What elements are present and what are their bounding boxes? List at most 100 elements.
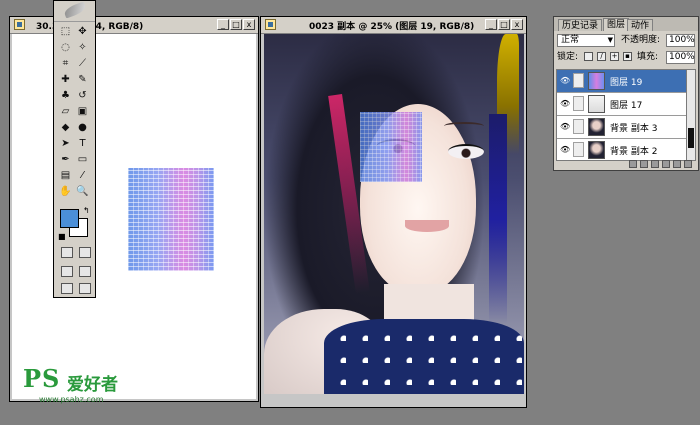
maximize-button[interactable]: □ xyxy=(498,19,510,30)
layer-row[interactable]: 👁 背景 副本 2 xyxy=(557,139,686,160)
left-canvas[interactable]: PS 爱好者 www.psahz.com xyxy=(12,34,256,404)
tab-history[interactable]: 历史记录 xyxy=(558,19,603,31)
eyebrow xyxy=(444,122,484,130)
lock-transparency-icon[interactable] xyxy=(584,52,593,61)
toolbox[interactable]: ⬚ ✥ ◌ ✧ ⌗ ⟋ ✚ ✎ ♣ ↺ ▱ ▣ ◆ ● ➤ T ✒ ▭ ▤ ⁄ ✋ 🔍 ↰ ■ xyxy=(53,0,96,298)
adjustment-layer-icon[interactable] xyxy=(662,160,670,168)
minimize-button[interactable]: _ xyxy=(485,19,497,30)
layer-row[interactable]: 👁 图层 19 xyxy=(557,70,686,93)
magic-wand-tool-icon[interactable]: ✧ xyxy=(75,41,90,55)
visibility-eye-icon[interactable]: 👁 xyxy=(560,123,570,131)
new-layer-icon[interactable] xyxy=(673,160,681,168)
layer-thumbnail[interactable] xyxy=(588,141,605,159)
default-colors-icon[interactable]: ■ xyxy=(58,232,66,241)
tab-actions[interactable]: 动作 xyxy=(627,19,654,31)
dress xyxy=(324,319,524,394)
zoom-tool-icon[interactable]: 🔍 xyxy=(75,185,90,199)
tab-layers[interactable]: 图层 xyxy=(603,18,630,31)
layer-name[interactable]: 背景 副本 2 xyxy=(610,144,657,157)
visibility-eye-icon[interactable]: 👁 xyxy=(560,77,570,85)
layers-scrollbar[interactable] xyxy=(686,69,696,161)
layer-link-toggle[interactable] xyxy=(573,142,584,157)
screen-mode-row xyxy=(61,266,91,277)
layer-thumbnail[interactable] xyxy=(588,72,605,90)
pattern-overlay-on-eye[interactable] xyxy=(360,112,422,182)
gradient-tool-icon[interactable]: ▣ xyxy=(75,105,90,119)
crop-tool-icon[interactable]: ⌗ xyxy=(58,57,73,71)
lasso-tool-icon[interactable]: ◌ xyxy=(58,41,73,55)
edit-in-imageready-button[interactable] xyxy=(79,283,91,294)
layer-list: 👁 图层 19 👁 图层 17 👁 背景 副本 3 👁 背景 副本 2 xyxy=(556,69,687,161)
history-brush-tool-icon[interactable]: ↺ xyxy=(75,89,90,103)
right-window-titlebar[interactable]: 0023 副本 @ 25% (图层 19, RGB/8) _ □ x xyxy=(261,17,526,34)
eraser-tool-icon[interactable]: ▱ xyxy=(58,105,73,119)
trash-icon[interactable] xyxy=(684,160,692,168)
maximize-button[interactable]: □ xyxy=(230,19,242,30)
add-mask-icon[interactable] xyxy=(640,160,648,168)
opacity-label: 不透明度: xyxy=(621,35,661,45)
path-selection-tool-icon[interactable]: ➤ xyxy=(58,137,73,151)
blend-mode-select[interactable]: 正常 ▼ xyxy=(557,34,615,47)
quick-mask-mode-button[interactable] xyxy=(79,247,91,258)
layer-style-icon[interactable] xyxy=(629,160,637,168)
slice-tool-icon[interactable]: ⟋ xyxy=(75,57,90,71)
blend-mode-value: 正常 xyxy=(561,35,580,45)
layer-link-toggle[interactable] xyxy=(573,73,584,88)
new-set-icon[interactable] xyxy=(651,160,659,168)
screen-mode-full-button[interactable] xyxy=(79,266,91,277)
layer-thumbnail[interactable] xyxy=(588,118,605,136)
clone-stamp-tool-icon[interactable]: ♣ xyxy=(58,89,73,103)
layer-name[interactable]: 图层 19 xyxy=(610,75,642,88)
lock-label: 锁定: xyxy=(557,52,579,62)
visibility-eye-icon[interactable]: 👁 xyxy=(560,146,570,154)
visibility-eye-icon[interactable]: 👁 xyxy=(560,100,570,108)
standard-mode-button[interactable] xyxy=(61,247,73,258)
layer-name[interactable]: 背景 副本 3 xyxy=(610,121,657,134)
move-tool-icon[interactable]: ✥ xyxy=(75,25,90,39)
lock-all-icon[interactable]: ▪ xyxy=(623,52,632,61)
left-window-titlebar[interactable]: 30.3% (图层 4, RGB/8) _ □ x xyxy=(10,17,258,34)
portrait-photo-canvas[interactable] xyxy=(264,34,524,394)
texture-pattern-layer[interactable] xyxy=(128,168,214,271)
blur-tool-icon[interactable]: ◆ xyxy=(58,121,73,135)
type-tool-icon[interactable]: T xyxy=(75,137,90,151)
document-icon xyxy=(14,19,25,30)
swap-colors-icon[interactable]: ↰ xyxy=(83,206,90,215)
lock-pixels-icon[interactable]: / xyxy=(597,52,606,61)
minimize-button[interactable]: _ xyxy=(217,19,229,30)
lock-position-icon[interactable]: + xyxy=(610,52,619,61)
layer-link-toggle[interactable] xyxy=(573,119,584,134)
left-document-window[interactable]: 30.3% (图层 4, RGB/8) _ □ x PS 爱好者 www.psa… xyxy=(9,16,259,404)
blue-hair-streak xyxy=(489,114,507,324)
close-button[interactable]: x xyxy=(243,19,255,30)
brush-tool-icon[interactable]: ✎ xyxy=(75,73,90,87)
fill-input[interactable]: 100% xyxy=(666,51,695,64)
tool-grid: ⬚ ✥ ◌ ✧ ⌗ ⟋ ✚ ✎ ♣ ↺ ▱ ▣ ◆ ● ➤ T ✒ ▭ ▤ ⁄ ✋ 🔍 xyxy=(58,25,92,199)
watermark-text: 爱好者 xyxy=(67,375,118,395)
layer-thumbnail[interactable] xyxy=(588,95,605,113)
scrollbar-thumb[interactable] xyxy=(688,128,694,148)
notes-tool-icon[interactable]: ▤ xyxy=(58,169,73,183)
screen-mode-standard-button[interactable] xyxy=(61,266,73,277)
foreground-color-swatch[interactable] xyxy=(60,209,79,228)
healing-brush-tool-icon[interactable]: ✚ xyxy=(58,73,73,87)
marquee-tool-icon[interactable]: ⬚ xyxy=(58,25,73,39)
eyedropper-tool-icon[interactable]: ⁄ xyxy=(75,169,90,183)
shape-tool-icon[interactable]: ▭ xyxy=(75,153,90,167)
right-eye xyxy=(448,144,484,159)
dodge-tool-icon[interactable]: ● xyxy=(75,121,90,135)
layer-row[interactable]: 👁 背景 副本 3 xyxy=(557,116,686,139)
close-button[interactable]: x xyxy=(511,19,523,30)
pen-tool-icon[interactable]: ✒ xyxy=(58,153,73,167)
layer-row[interactable]: 👁 图层 17 xyxy=(557,93,686,116)
layers-palette[interactable]: 历史记录 图层 动作 正常 ▼ 不透明度: 100% 锁定: / + ▪ 填充:… xyxy=(553,16,699,171)
opacity-input[interactable]: 100% xyxy=(666,34,695,47)
palette-tabs: 历史记录 图层 动作 xyxy=(554,17,698,31)
toolbox-header[interactable] xyxy=(54,1,95,22)
watermark: PS 爱好者 www.psahz.com xyxy=(23,364,118,404)
layer-link-toggle[interactable] xyxy=(573,96,584,111)
layer-name[interactable]: 图层 17 xyxy=(610,98,642,111)
fill-label: 填充: xyxy=(637,52,659,62)
hand-tool-icon[interactable]: ✋ xyxy=(58,185,73,199)
jump-to-imageready-button[interactable] xyxy=(61,283,73,294)
